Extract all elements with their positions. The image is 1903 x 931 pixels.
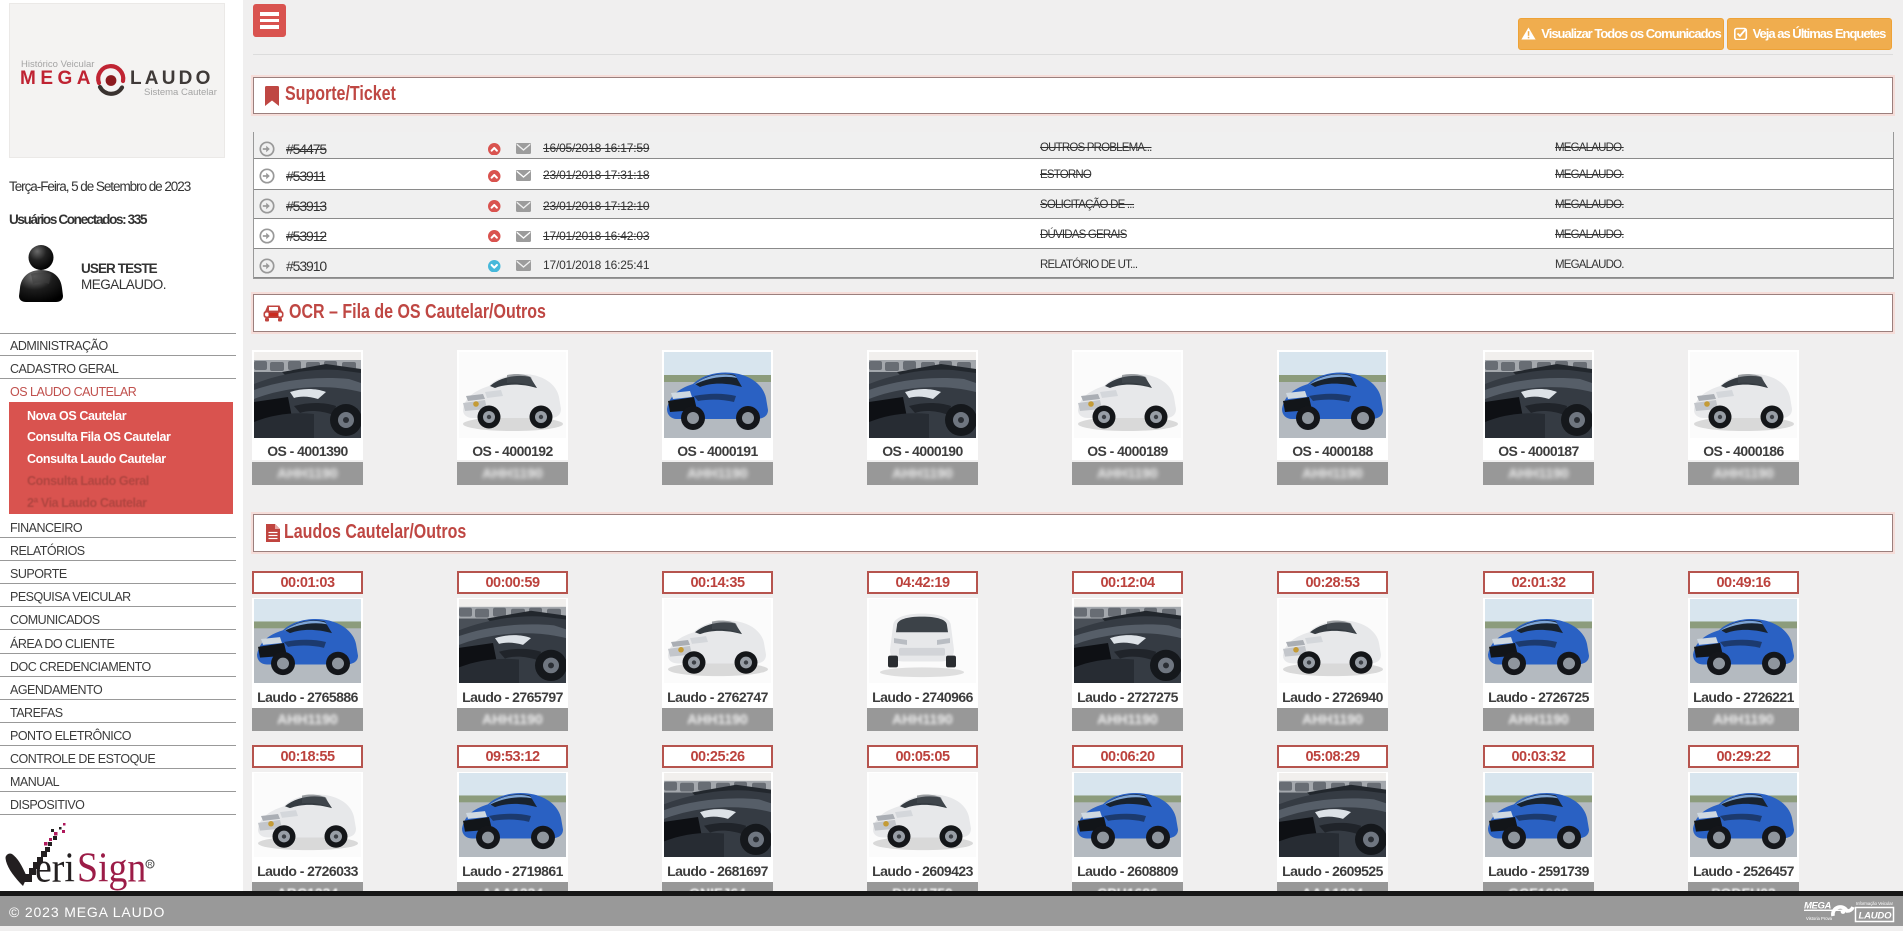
svg-text:LAUDO: LAUDO [1859,911,1893,922]
svg-text:eri: eri [35,844,75,891]
svg-text:Informação Veicular: Informação Veicular [1856,901,1894,906]
svg-text:R: R [148,862,153,869]
svg-text:Vistoria Prova: Vistoria Prova [1806,916,1833,921]
svg-text:Sign: Sign [77,844,146,891]
